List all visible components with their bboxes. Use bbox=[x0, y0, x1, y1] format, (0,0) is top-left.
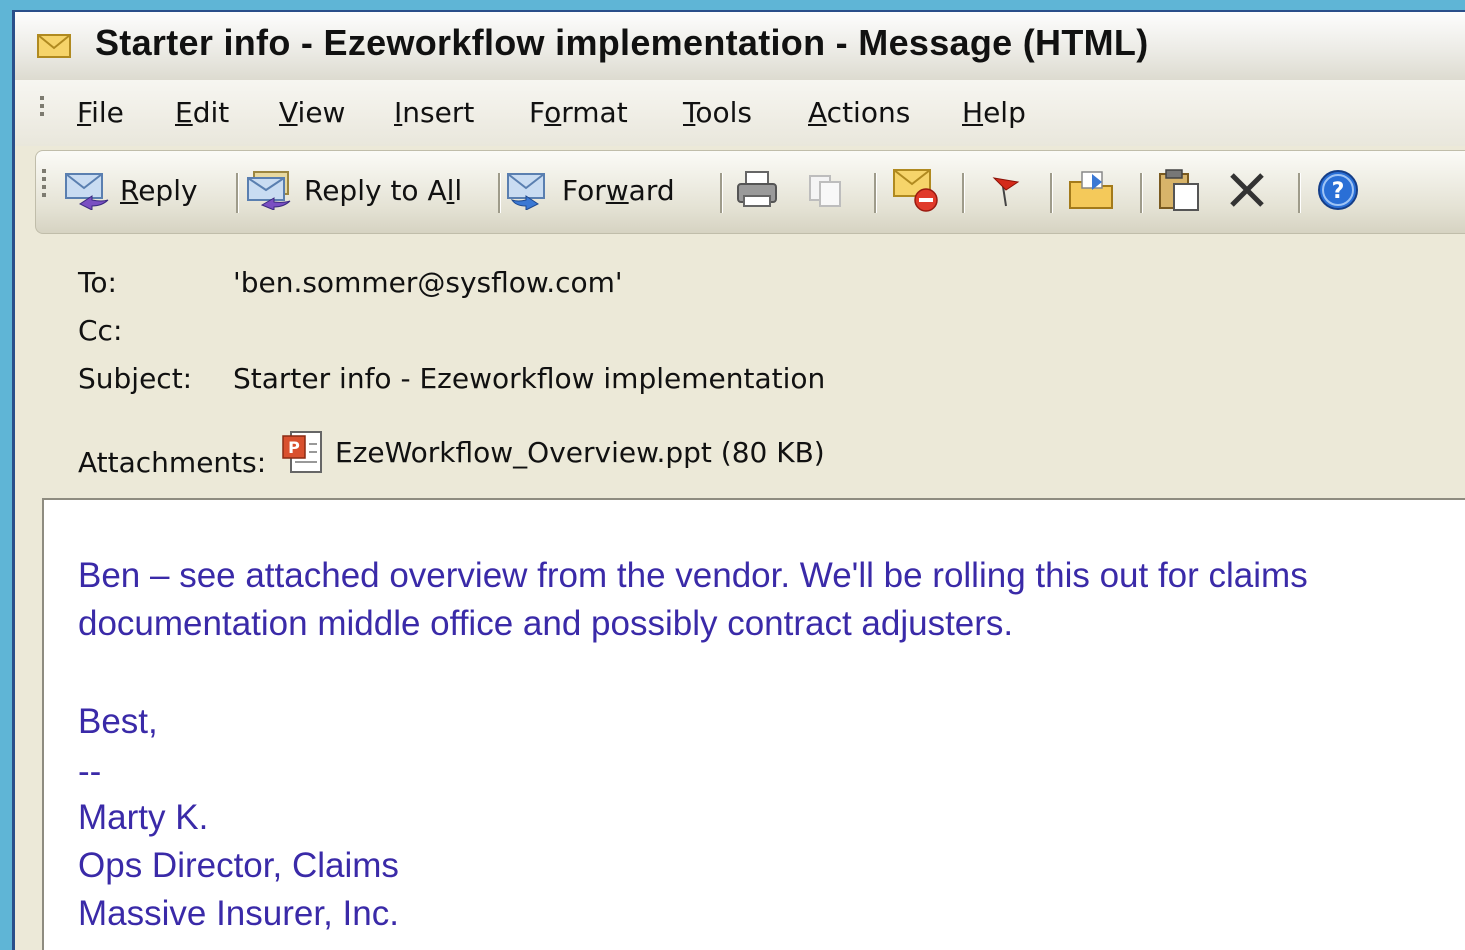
delete-mail-button[interactable] bbox=[892, 165, 942, 215]
delete-button[interactable] bbox=[1226, 165, 1268, 215]
attachment-name: EzeWorkflow_Overview.ppt (80 KB) bbox=[335, 435, 825, 469]
move-folder-icon bbox=[1069, 171, 1113, 209]
message-window: Starter info - Ezeworkflow implementatio… bbox=[12, 10, 1465, 950]
signature-separator: -- bbox=[78, 752, 102, 791]
toolbar-separator bbox=[1050, 173, 1053, 213]
close-x-icon bbox=[1230, 173, 1264, 207]
paste-icon bbox=[1159, 169, 1199, 211]
menu-file[interactable]: File bbox=[77, 96, 124, 129]
reply-button[interactable]: Reply bbox=[62, 165, 198, 215]
closing: Best, bbox=[78, 702, 158, 741]
attachment-item[interactable]: P EzeWorkflow_Overview.ppt (80 KB) bbox=[281, 430, 825, 474]
toolbar-grip[interactable] bbox=[42, 169, 46, 201]
print-icon bbox=[737, 171, 777, 207]
reply-all-button[interactable]: Reply to All bbox=[244, 165, 462, 215]
reply-icon bbox=[65, 173, 109, 210]
menu-actions[interactable]: Actions bbox=[808, 96, 910, 129]
ppt-file-icon: P bbox=[282, 431, 322, 473]
print-button[interactable] bbox=[734, 165, 780, 215]
svg-text:?: ? bbox=[1332, 179, 1345, 204]
toolbar-separator bbox=[874, 173, 877, 213]
toolbar-separator bbox=[1298, 173, 1301, 213]
svg-text:P: P bbox=[288, 438, 300, 457]
subject-value: Starter info - Ezeworkflow implementatio… bbox=[233, 362, 826, 395]
message-header: To: 'ben.sommer@sysflow.com' Cc: Subject… bbox=[15, 234, 1465, 504]
subject-label: Subject: bbox=[78, 362, 193, 395]
cc-label: Cc: bbox=[78, 314, 123, 347]
body-line-1: Ben – see attached overview from the ven… bbox=[78, 556, 1308, 595]
paste-button[interactable] bbox=[1156, 165, 1202, 215]
signature-title: Ops Director, Claims bbox=[78, 846, 399, 885]
move-to-folder-button[interactable] bbox=[1068, 165, 1116, 215]
message-body[interactable]: Ben – see attached overview from the ven… bbox=[42, 498, 1465, 950]
signature-name: Marty K. bbox=[78, 798, 209, 837]
copy-button[interactable] bbox=[804, 165, 848, 215]
to-label: To: bbox=[78, 266, 117, 299]
toolbar-separator bbox=[236, 173, 239, 213]
title-bar[interactable]: Starter info - Ezeworkflow implementatio… bbox=[15, 12, 1465, 81]
flag-icon bbox=[992, 177, 1020, 207]
signature-company: Massive Insurer, Inc. bbox=[78, 894, 399, 933]
to-value[interactable]: 'ben.sommer@sysflow.com' bbox=[233, 266, 623, 299]
help-button[interactable]: ? bbox=[1316, 165, 1360, 215]
forward-icon bbox=[507, 173, 545, 210]
menu-format[interactable]: Format bbox=[529, 96, 628, 129]
body-line-2: documentation middle office and possibly… bbox=[78, 604, 1014, 643]
toolbar-separator bbox=[498, 173, 501, 213]
attachments-label: Attachments: bbox=[78, 446, 267, 479]
menu-tools[interactable]: Tools bbox=[683, 96, 752, 129]
help-icon: ? bbox=[1318, 170, 1358, 210]
toolbar-separator bbox=[962, 173, 965, 213]
menubar-grip[interactable] bbox=[40, 96, 44, 120]
envelope-icon bbox=[37, 34, 71, 58]
menu-help[interactable]: Help bbox=[962, 96, 1026, 129]
reply-all-icon bbox=[247, 171, 291, 210]
window-title: Starter info - Ezeworkflow implementatio… bbox=[95, 22, 1149, 63]
standard-toolbar: Reply Reply to All Forward ? bbox=[35, 150, 1465, 234]
menu-bar: File Edit View Insert Format Tools Actio… bbox=[15, 80, 1465, 146]
delete-mail-icon bbox=[893, 169, 938, 212]
flag-button[interactable] bbox=[984, 165, 1024, 215]
forward-button[interactable]: Forward bbox=[504, 165, 675, 215]
menu-insert[interactable]: Insert bbox=[394, 96, 474, 129]
toolbar-separator bbox=[720, 173, 723, 213]
menu-edit[interactable]: Edit bbox=[175, 96, 229, 129]
menu-view[interactable]: View bbox=[279, 96, 345, 129]
copy-icon bbox=[809, 175, 841, 207]
toolbar-separator bbox=[1140, 173, 1143, 213]
